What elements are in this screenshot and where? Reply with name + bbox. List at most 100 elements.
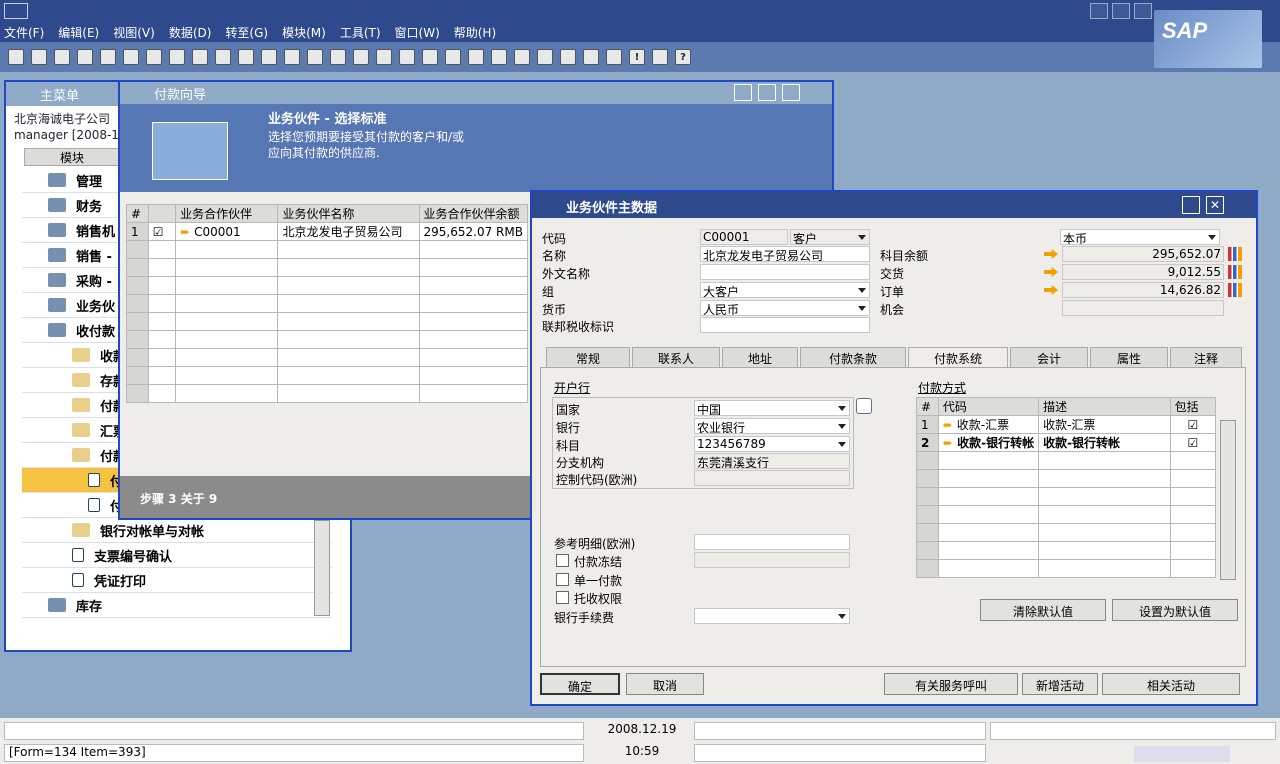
- edit-pen-icon[interactable]: [560, 49, 576, 65]
- email-icon[interactable]: [54, 49, 70, 65]
- row-select-checkbox[interactable]: ☑: [147, 222, 177, 241]
- wizard-minimize-button[interactable]: [734, 84, 752, 101]
- bp-type-select[interactable]: 客户: [790, 229, 870, 245]
- menu-file[interactable]: 文件(F): [4, 24, 44, 41]
- reference-field[interactable]: [694, 534, 850, 550]
- menu-window[interactable]: 窗口(W): [395, 24, 440, 41]
- include-checkbox[interactable]: ☑: [1169, 415, 1217, 434]
- tab-general[interactable]: 常规: [546, 347, 630, 367]
- menu-goto[interactable]: 转至(G): [225, 24, 268, 41]
- include-checkbox[interactable]: ☑: [1169, 433, 1217, 452]
- delivery-chart-icon[interactable]: [1228, 265, 1242, 279]
- gross-profit-icon[interactable]: [491, 49, 507, 65]
- last-record-icon[interactable]: [353, 49, 369, 65]
- sms-icon[interactable]: [77, 49, 93, 65]
- sort-icon[interactable]: [399, 49, 415, 65]
- settings-icon[interactable]: [537, 49, 553, 65]
- previous-record-icon[interactable]: [307, 49, 323, 65]
- row-bp-code[interactable]: ➨ C00001: [175, 222, 279, 241]
- launch-icon[interactable]: [169, 49, 185, 65]
- maximize-button[interactable]: [1112, 3, 1130, 19]
- table-row[interactable]: 1 ➨ 收款-汇票 收款-汇票 ☑: [916, 415, 1217, 434]
- layout-icon[interactable]: [514, 49, 530, 65]
- wizard-close-button[interactable]: [782, 84, 800, 101]
- input-method-bar[interactable]: [1134, 746, 1230, 762]
- link-icon[interactable]: [856, 398, 872, 414]
- single-payment-checkbox[interactable]: [556, 573, 569, 586]
- main-menu-scrollbar[interactable]: [314, 520, 330, 616]
- bp-close-button[interactable]: ✕: [1206, 196, 1224, 214]
- clear-default-button[interactable]: 清除默认值: [980, 599, 1106, 621]
- account-select[interactable]: 123456789: [694, 436, 850, 452]
- set-default-button[interactable]: 设置为默认值: [1112, 599, 1238, 621]
- sub-check-confirmation[interactable]: 支票编号确认: [22, 543, 332, 568]
- sub-bank-reconciliation[interactable]: 银行对帐单与对帐: [22, 518, 332, 543]
- orders-chart-icon[interactable]: [1228, 283, 1242, 297]
- link-arrow-icon[interactable]: [1044, 285, 1058, 295]
- tab-remarks[interactable]: 注释: [1170, 347, 1242, 367]
- foreign-name-field[interactable]: [700, 264, 870, 280]
- tab-payment-terms[interactable]: 付款条款: [800, 347, 906, 367]
- alert-icon[interactable]: !: [629, 49, 645, 65]
- payment-block-checkbox[interactable]: [556, 554, 569, 567]
- cancel-button[interactable]: 取消: [626, 673, 704, 695]
- base-document-icon[interactable]: [422, 49, 438, 65]
- first-record-icon[interactable]: [284, 49, 300, 65]
- tab-payment-system[interactable]: 付款系统: [908, 347, 1008, 367]
- target-document-icon[interactable]: [445, 49, 461, 65]
- bank-select[interactable]: 农业银行: [694, 418, 850, 434]
- minimize-button[interactable]: [1090, 3, 1108, 19]
- tab-modules[interactable]: 模块: [24, 148, 120, 166]
- fax-icon[interactable]: [100, 49, 116, 65]
- new-activity-button[interactable]: 新增活动: [1022, 673, 1098, 695]
- menu-modules[interactable]: 模块(M): [282, 24, 326, 41]
- sub-voucher-print[interactable]: 凭证打印: [22, 568, 332, 593]
- help-icon[interactable]: ?: [675, 49, 691, 65]
- close-button[interactable]: [1134, 3, 1152, 19]
- print-icon[interactable]: [31, 49, 47, 65]
- menu-data[interactable]: 数据(D): [169, 24, 212, 41]
- word-icon[interactable]: [146, 49, 162, 65]
- link-arrow-icon[interactable]: ➨: [943, 418, 953, 432]
- tab-contacts[interactable]: 联系人: [632, 347, 720, 367]
- wizard-maximize-button[interactable]: [758, 84, 776, 101]
- transaction-journal-icon[interactable]: [468, 49, 484, 65]
- local-currency-select[interactable]: 本币: [1060, 229, 1220, 245]
- payment-methods-scrollbar[interactable]: [1220, 420, 1236, 580]
- country-select[interactable]: 中国: [694, 400, 850, 416]
- menu-view[interactable]: 视图(V): [113, 24, 155, 41]
- link-arrow-icon[interactable]: ➨: [943, 436, 953, 450]
- preview-icon[interactable]: [8, 49, 24, 65]
- query-icon[interactable]: [583, 49, 599, 65]
- module-inventory[interactable]: 库存: [22, 593, 332, 618]
- tab-accounting[interactable]: 会计: [1010, 347, 1088, 367]
- lock-icon[interactable]: [215, 49, 231, 65]
- calendar-icon[interactable]: [652, 49, 668, 65]
- table-row[interactable]: 1 ☑ ➨ C00001 北京龙发电子贸易公司 295,652.07 RMB: [126, 222, 529, 241]
- code-field[interactable]: C00001: [700, 229, 788, 245]
- collection-auth-checkbox[interactable]: [556, 591, 569, 604]
- balance-chart-icon[interactable]: [1228, 247, 1242, 261]
- excel-icon[interactable]: [123, 49, 139, 65]
- menu-tools[interactable]: 工具(T): [340, 24, 381, 41]
- bank-fee-select[interactable]: [694, 608, 850, 624]
- group-select[interactable]: 大客户: [700, 282, 870, 298]
- link-arrow-icon[interactable]: ➨: [180, 225, 190, 239]
- menu-help[interactable]: 帮助(H): [454, 24, 496, 41]
- tab-properties[interactable]: 属性: [1090, 347, 1168, 367]
- ok-button[interactable]: 确定: [540, 673, 620, 695]
- tax-id-field[interactable]: [700, 317, 870, 333]
- bp-minimize-button[interactable]: [1182, 196, 1200, 214]
- report-icon[interactable]: [606, 49, 622, 65]
- navigate-icon[interactable]: [192, 49, 208, 65]
- table-row[interactable]: 2 ➨ 收款-银行转帐 收款-银行转帐 ☑: [916, 433, 1217, 452]
- name-field[interactable]: 北京龙发电子贸易公司: [700, 246, 870, 262]
- tab-address[interactable]: 地址: [722, 347, 798, 367]
- filter-icon[interactable]: [376, 49, 392, 65]
- currency-select[interactable]: 人民币: [700, 300, 870, 316]
- link-arrow-icon[interactable]: [1044, 249, 1058, 259]
- find-icon[interactable]: [238, 49, 254, 65]
- add-icon[interactable]: [261, 49, 277, 65]
- related-activity-button[interactable]: 相关活动: [1102, 673, 1240, 695]
- menu-edit[interactable]: 编辑(E): [58, 24, 99, 41]
